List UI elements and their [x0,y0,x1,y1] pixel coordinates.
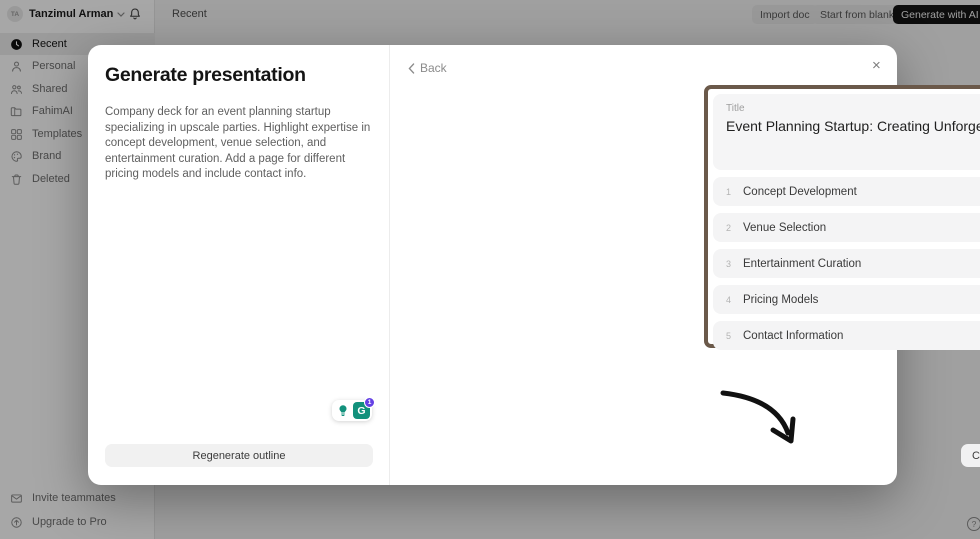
outline-item-number: 1 [726,186,732,197]
outline-highlight-box: Title Event Planning Startup: Creating U… [704,85,980,350]
title-field-value[interactable]: Event Planning Startup: Creating Unforge… [726,118,980,134]
outline-item-1[interactable]: 1 Concept Development [713,177,980,206]
outline-item-label: Contact Information [743,329,844,342]
outline-item-label: Venue Selection [743,221,827,234]
back-label: Back [420,61,447,75]
grammarly-badge: 1 [364,397,375,408]
outline-item-number: 4 [726,294,732,305]
generate-presentation-modal: Generate presentation Company deck for a… [88,45,980,485]
choose-layouts-button[interactable]: Choose layouts [961,444,980,467]
title-field-label: Title [726,103,745,114]
chevron-left-icon [408,62,415,74]
suggestion-bulb-icon[interactable] [334,402,351,419]
grammarly-g-icon[interactable]: G 1 [353,397,375,419]
outline-item-label: Pricing Models [743,293,819,306]
outline-item-number: 5 [726,330,732,341]
grammarly-g-letter: G [357,404,366,417]
outline-item-3[interactable]: 3 Entertainment Curation [713,249,980,278]
outline-item-label: Concept Development [743,185,857,198]
outline-item-4[interactable]: 4 Pricing Models [713,285,980,314]
outline-item-5[interactable]: 5 Contact Information [713,321,980,350]
title-field[interactable]: Title Event Planning Startup: Creating U… [713,94,980,170]
outline-item-number: 3 [726,258,732,269]
app-window: TA Tanzimul Arman Recent Personal Shared… [0,0,980,539]
close-icon[interactable]: × [872,58,881,73]
prompt-text: Company deck for an event planning start… [105,106,371,180]
prompt-pane: Generate presentation Company deck for a… [88,45,390,485]
outline-item-number: 2 [726,222,732,233]
outline-item-2[interactable]: 2 Venue Selection [713,213,980,242]
regenerate-outline-button[interactable]: Regenerate outline [105,444,373,467]
grammarly-widget[interactable]: G 1 [332,397,375,421]
outline-pane: Back × Title Event Planning Startup: Cre… [390,45,980,485]
modal-heading: Generate presentation [105,64,306,86]
outline-item-label: Entertainment Curation [743,257,862,270]
back-button[interactable]: Back [408,61,447,75]
